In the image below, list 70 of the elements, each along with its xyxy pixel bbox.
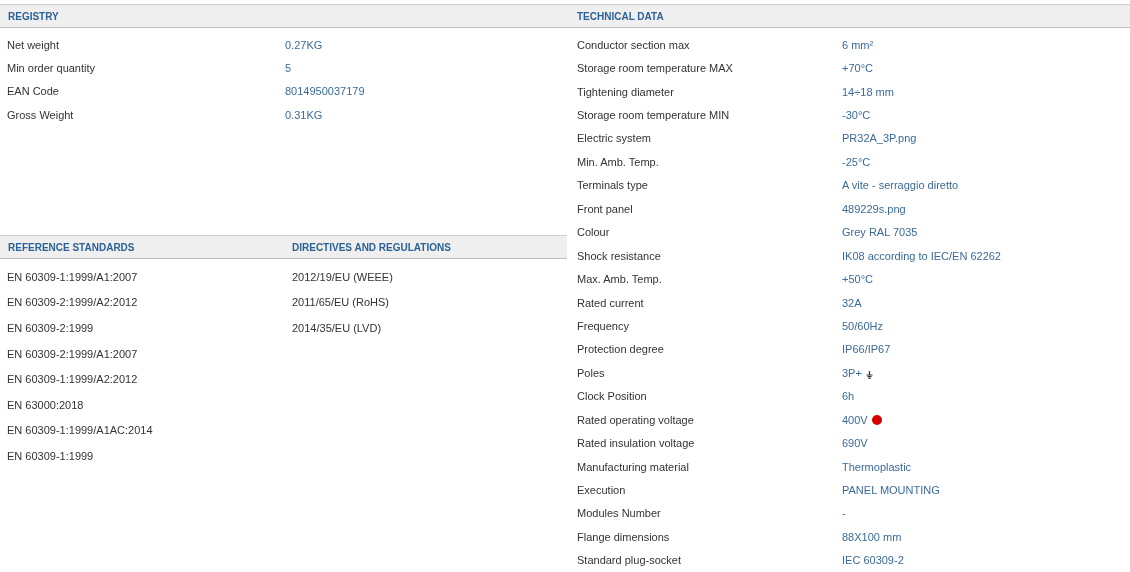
field-value: 6 mm² bbox=[842, 38, 874, 51]
field-value: PR32A_3P.png bbox=[842, 132, 917, 145]
field-label: Flange dimensions bbox=[577, 530, 670, 543]
directive-item: 2012/19/EU (WEEE) bbox=[292, 270, 393, 283]
standard-item: EN 60309-2:1999/A1:2007 bbox=[7, 347, 138, 360]
standard-item: EN 60309-2:1999/A2:2012 bbox=[7, 296, 138, 309]
standard-item: EN 60309-1:1999 bbox=[7, 449, 94, 462]
field-value: 0.31KG bbox=[285, 108, 323, 121]
field-label: Max. Amb. Temp. bbox=[577, 273, 662, 286]
field-value: IK08 according to IEC/EN 62262 bbox=[842, 249, 1001, 262]
field-value: +50°C bbox=[842, 273, 873, 286]
field-value: IEC 60309-2 bbox=[842, 554, 904, 567]
section-title: TECHNICAL DATA bbox=[577, 10, 664, 22]
standard-item: EN 63000:2018 bbox=[7, 398, 84, 411]
field-value: 14÷18 mm bbox=[842, 85, 894, 98]
field-value: IP66/IP67 bbox=[842, 343, 891, 356]
field-label: Gross Weight bbox=[7, 108, 74, 121]
field-label: EAN Code bbox=[7, 85, 59, 98]
field-value: 50/60Hz bbox=[842, 319, 883, 332]
field-value: 3P+ bbox=[842, 366, 862, 379]
field-label: Storage room temperature MAX bbox=[577, 62, 733, 75]
field-value: - bbox=[842, 507, 846, 520]
field-value: 32A bbox=[842, 296, 862, 309]
field-label: Storage room temperature MIN bbox=[577, 109, 730, 122]
field-label: Execution bbox=[577, 484, 626, 497]
field-label: Conductor section max bbox=[577, 38, 690, 51]
field-label: Modules Number bbox=[577, 507, 661, 520]
standard-item: EN 60309-2:1999 bbox=[7, 322, 94, 334]
field-value: 0.27KG bbox=[285, 38, 323, 51]
field-label: Min order quantity bbox=[7, 62, 96, 75]
field-value: 6h bbox=[842, 390, 855, 403]
field-label: Protection degree bbox=[577, 343, 664, 356]
field-label: Min. Amb. Temp. bbox=[577, 155, 659, 168]
section-title: REFERENCE STANDARDS bbox=[8, 241, 135, 253]
field-label: Electric system bbox=[577, 132, 651, 145]
section-title: REGISTRY bbox=[8, 10, 59, 22]
field-value: PANEL MOUNTING bbox=[842, 484, 940, 497]
field-label: Colour bbox=[577, 226, 610, 239]
field-value: -25°C bbox=[842, 155, 871, 168]
section-title: DIRECTIVES AND REGULATIONS bbox=[292, 241, 451, 253]
field-label: Poles bbox=[577, 366, 605, 379]
field-value: 690V bbox=[842, 437, 868, 450]
field-label: Terminals type bbox=[577, 179, 648, 192]
standard-item: EN 60309-1:1999/A1AC:2014 bbox=[7, 424, 153, 437]
field-value: -30°C bbox=[842, 109, 871, 122]
field-value: 489229s.png bbox=[842, 202, 906, 215]
field-value: A vite - serraggio diretto bbox=[842, 179, 959, 192]
earth-ground-icon bbox=[865, 370, 873, 379]
field-label: Net weight bbox=[7, 38, 59, 51]
field-value: 88X100 mm bbox=[842, 530, 902, 543]
standard-item: EN 60309-1:1999/A1:2007 bbox=[7, 270, 138, 283]
field-label: Manufacturing material bbox=[577, 460, 689, 473]
field-label: Standard plug-socket bbox=[577, 554, 681, 567]
directive-item: 2014/35/EU (LVD) bbox=[292, 322, 382, 334]
field-label: Clock Position bbox=[577, 390, 647, 403]
field-label: Rated current bbox=[577, 296, 644, 309]
field-label: Front panel bbox=[577, 202, 633, 215]
field-label: Rated insulation voltage bbox=[577, 437, 695, 450]
field-value: Thermoplastic bbox=[842, 460, 912, 473]
standard-item: EN 60309-1:1999/A2:2012 bbox=[7, 373, 138, 386]
field-value: 5 bbox=[285, 62, 292, 75]
field-value: 400V bbox=[842, 413, 868, 426]
field-label: Shock resistance bbox=[577, 249, 661, 262]
field-label: Tightening diameter bbox=[577, 85, 674, 98]
field-label: Frequency bbox=[577, 319, 629, 332]
directive-item: 2011/65/EU (RoHS) bbox=[292, 296, 389, 309]
field-value: +70°C bbox=[842, 62, 873, 75]
field-value: 8014950037179 bbox=[285, 85, 365, 98]
field-value: Grey RAL 7035 bbox=[842, 226, 918, 239]
field-label: Rated operating voltage bbox=[577, 413, 694, 426]
